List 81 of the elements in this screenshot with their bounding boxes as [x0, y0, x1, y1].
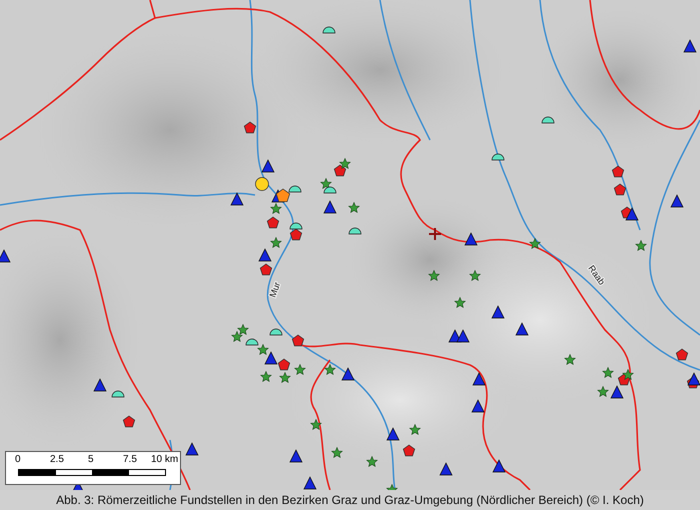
triangle-marker-icon — [93, 378, 107, 392]
star-marker-icon — [597, 386, 609, 398]
triangle-marker-icon — [323, 200, 337, 214]
star-marker-icon — [279, 372, 291, 384]
triangle-marker-icon — [261, 159, 275, 172]
star-marker-icon — [469, 270, 481, 282]
star-marker-icon — [386, 484, 398, 490]
star-marker-icon — [366, 456, 378, 468]
triangle-marker-icon — [341, 367, 355, 380]
star-marker-icon — [564, 354, 576, 366]
pentagon-marker-icon — [334, 164, 346, 176]
triangle-marker-icon — [492, 459, 506, 472]
pentagon-marker-icon — [290, 228, 302, 240]
pentagon-marker-icon — [122, 416, 136, 428]
semicircle-marker-icon — [290, 222, 302, 230]
triangle-marker-icon — [289, 449, 303, 462]
triangle-marker-icon — [258, 248, 272, 262]
triangle-marker-icon — [0, 249, 11, 262]
circle-marker-icon — [255, 177, 269, 191]
scale-label: 2.5 — [50, 454, 64, 465]
semicircle-marker-icon — [324, 186, 336, 194]
triangle-marker-icon — [303, 476, 317, 490]
star-marker-icon — [428, 270, 440, 282]
pentagon-marker-icon — [278, 358, 290, 370]
pentagon-marker-icon — [244, 122, 256, 134]
semicircle-marker-icon — [492, 154, 504, 160]
triangle-marker-icon — [464, 232, 478, 246]
star-marker-icon — [231, 330, 243, 342]
semicircle-marker-icon — [322, 26, 336, 34]
cross-marker-icon — [428, 227, 442, 241]
triangle-marker-icon — [515, 322, 529, 336]
triangle-marker-icon — [610, 385, 624, 398]
semicircle-marker-icon — [112, 390, 124, 398]
pentagon-marker-icon — [402, 444, 416, 456]
star-marker-icon — [529, 238, 541, 250]
star-marker-icon — [409, 424, 421, 436]
star-marker-icon — [339, 158, 351, 170]
star-marker-icon — [270, 202, 282, 214]
river-label: Mur — [267, 280, 282, 299]
pentagon-marker-icon — [266, 216, 280, 228]
triangle-marker-icon — [264, 351, 278, 364]
triangle-marker-icon — [670, 194, 684, 208]
star-marker-icon — [635, 240, 647, 252]
triangle-marker-icon — [471, 399, 485, 412]
semicircle-marker-icon — [246, 338, 258, 346]
triangle-marker-icon — [185, 442, 199, 456]
semicircle-marker-icon — [270, 328, 282, 336]
star-marker-icon — [270, 236, 282, 248]
star-marker-icon — [237, 324, 249, 336]
semicircle-marker-icon — [542, 116, 554, 124]
star-marker-icon — [294, 364, 306, 376]
star-marker-icon — [324, 364, 336, 376]
triangle-marker-icon — [230, 192, 244, 206]
scale-label: 10 km — [151, 454, 178, 465]
triangle-marker-icon — [491, 305, 505, 318]
scale-label: 7.5 — [123, 454, 137, 465]
semicircle-marker-icon — [348, 228, 362, 234]
triangle-marker-icon — [683, 39, 697, 52]
triangle-marker-icon — [472, 372, 486, 386]
star-marker-icon — [310, 418, 322, 430]
semicircle-marker-icon — [288, 186, 302, 192]
star-marker-icon — [454, 296, 466, 308]
triangle-marker-icon — [456, 329, 470, 342]
pentagon-marker-icon — [614, 184, 626, 196]
star-marker-icon — [260, 370, 272, 382]
scale-label: 5 — [88, 454, 94, 465]
pentagon-marker-icon — [676, 348, 688, 360]
star-marker-icon — [331, 446, 343, 458]
star-marker-icon — [257, 344, 269, 356]
scale-label: 0 — [15, 454, 21, 465]
triangle-marker-icon — [687, 372, 700, 386]
star-marker-icon — [602, 366, 614, 378]
pentagon-marker-icon — [612, 166, 624, 178]
star-marker-icon — [320, 178, 332, 190]
triangle-marker-icon — [386, 427, 400, 440]
pentagon-marker-icon — [292, 334, 304, 346]
pentagon-marker-icon — [260, 264, 272, 276]
star-marker-icon — [348, 202, 360, 214]
triangle-marker-icon — [625, 207, 639, 220]
triangle-marker-icon — [439, 462, 453, 476]
star-marker-icon — [622, 368, 634, 380]
